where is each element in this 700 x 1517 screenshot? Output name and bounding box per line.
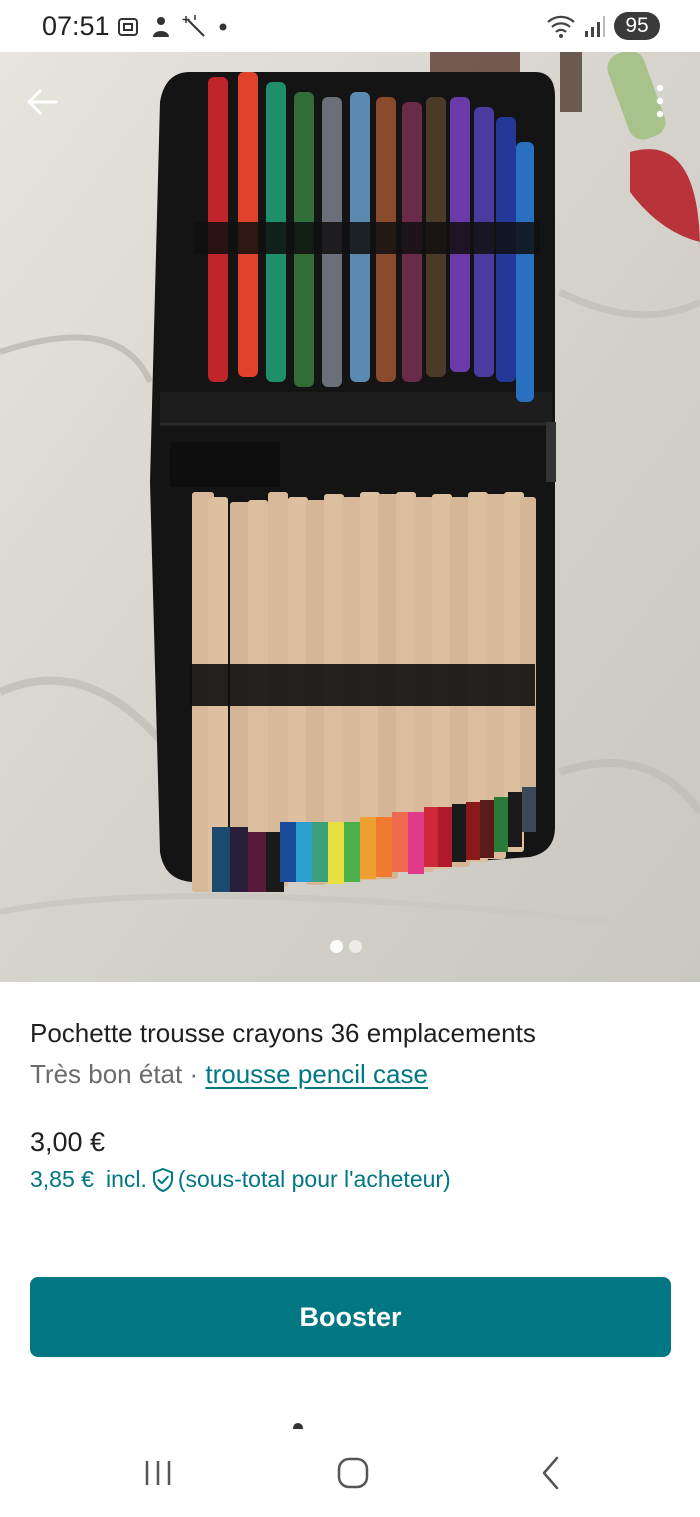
buyer-price-line[interactable]: 3,85 € incl. (sous-total pour l'acheteur… (30, 1166, 451, 1193)
back-nav-button[interactable] (520, 1448, 580, 1498)
listing-title: Pochette trousse crayons 36 emplacements (30, 1018, 536, 1048)
buyer-note: (sous-total pour l'acheteur) (177, 1166, 451, 1192)
gallery-pagination (330, 940, 362, 953)
listing-subtitle: Très bon état · trousse pencil case (30, 1059, 428, 1090)
buyer-incl: incl. (105, 1166, 147, 1192)
gallery-dot[interactable] (349, 940, 362, 953)
recent-apps-icon (145, 1461, 171, 1485)
arrow-left-icon (27, 89, 58, 115)
more-vertical-icon (656, 84, 664, 118)
condition-text: Très bon état (30, 1059, 183, 1089)
back-nav-icon (542, 1456, 559, 1490)
status-bar: 07:51 95 (0, 0, 700, 52)
category-link[interactable]: trousse pencil case (205, 1059, 428, 1089)
status-icons-left (116, 14, 228, 40)
buyer-price: 3,85 € (30, 1166, 94, 1192)
shield-check-icon (152, 1167, 173, 1192)
home-button[interactable] (323, 1448, 383, 1498)
status-icons-right: 95 (546, 12, 660, 40)
listing-photo[interactable] (0, 52, 700, 982)
system-nav-bar (0, 1430, 700, 1517)
wifi-icon (547, 15, 575, 38)
screenshot-icon (118, 18, 138, 36)
status-time: 07:51 (42, 11, 110, 41)
signal-icon (585, 16, 605, 37)
item-price: 3,00 € (30, 1127, 106, 1157)
recent-apps-button[interactable] (128, 1448, 188, 1498)
home-icon (337, 1457, 369, 1489)
back-button[interactable] (20, 80, 64, 124)
partial-element (293, 1423, 303, 1429)
gallery-dot-active[interactable] (330, 940, 343, 953)
battery-indicator: 95 (614, 12, 660, 40)
person-icon (153, 17, 169, 37)
photo-illustration (0, 52, 700, 982)
more-options-button[interactable] (648, 80, 672, 124)
separator: · (189, 1059, 199, 1089)
magic-wand-icon (182, 15, 205, 37)
dot-icon (219, 23, 227, 31)
booster-button[interactable]: Booster (30, 1277, 671, 1357)
